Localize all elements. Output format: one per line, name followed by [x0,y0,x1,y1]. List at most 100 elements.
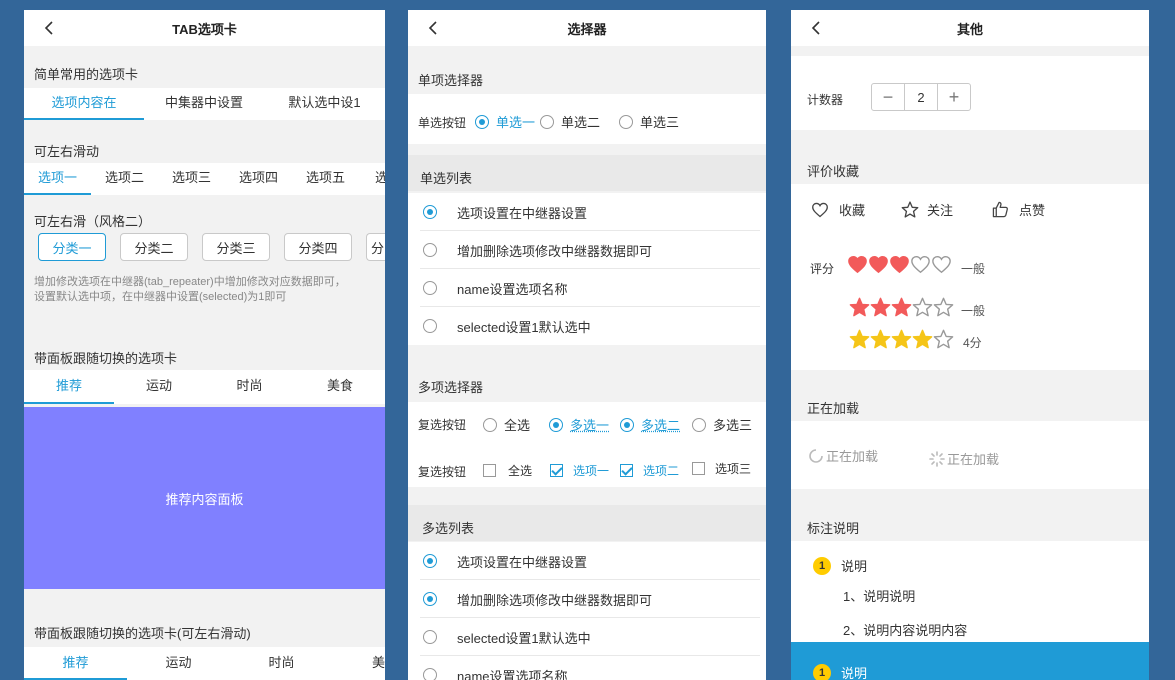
like-action[interactable]: 点赞 [992,200,1045,219]
tab-item[interactable]: 选项二 [91,163,158,195]
star-outline-icon[interactable] [912,297,933,317]
heart-rating-text: 一般 [961,262,986,276]
list-item[interactable]: 选项设置在中继器设置 [408,542,766,580]
section-title: 单选列表 [420,171,473,186]
section-title: 带面板跟随切换的选项卡(可左右滑动) [34,626,251,641]
section-title: 评价收藏 [807,164,860,179]
tab-item[interactable]: 推荐 [24,370,114,404]
note-line: 1、说明说明 [843,589,916,604]
panel-scroll-tabs: 推荐 运动 时尚 美 [24,647,385,680]
checkbox-option[interactable]: 选项三 [692,460,751,477]
star-filled-icon[interactable] [891,297,912,317]
checkbox-option[interactable]: 选项二 [620,462,679,479]
tab-item[interactable]: 运动 [114,370,204,404]
section-title: 多选列表 [422,521,475,536]
star-outline-icon[interactable] [933,297,954,317]
pill-item[interactable]: 分类四 [284,233,352,261]
radio-option[interactable]: 单选三 [619,112,679,131]
radio-option[interactable]: 多选一 [549,415,609,434]
radio-option[interactable]: 多选三 [692,415,752,434]
heart-filled-icon[interactable] [847,255,868,274]
tab-item[interactable]: 时尚 [204,370,295,404]
star-filled-icon[interactable] [849,329,870,349]
score-label: 评分 [810,262,835,276]
action-label: 收藏 [839,203,866,218]
number-badge: 1 [813,556,831,575]
list-item[interactable]: 选项设置在中继器设置 [408,193,766,231]
pill-item[interactable]: 分类三 [202,233,270,261]
tab-item[interactable]: 中集器中设置 [144,88,264,120]
single-list: 选项设置在中继器设置 增加删除选项修改中继器数据即可 name设置选项名称 se… [408,193,766,345]
star-rating[interactable] [849,329,954,349]
option-label: 单选二 [561,115,601,130]
tab-item[interactable]: 选项三 [158,163,225,195]
heart-rating[interactable] [847,255,952,274]
thumbs-up-icon [992,201,1008,218]
heart-filled-icon[interactable] [889,255,910,274]
radio-option[interactable]: 全选 [483,415,530,434]
tab-item[interactable]: 默认选中设1 [264,88,385,120]
checkbox-option[interactable]: 选项一 [550,462,609,479]
list-item[interactable]: name设置选项名称 [408,269,766,307]
checkbox-option[interactable]: 全选 [483,462,532,479]
tab-item[interactable]: 美食 [295,370,385,404]
radio-option[interactable]: 单选二 [540,112,600,131]
favorite-action[interactable]: 收藏 [811,200,865,219]
list-item[interactable]: selected设置1默认选中 [408,307,766,345]
tab-item[interactable]: 美 [333,647,385,680]
star-filled-icon[interactable] [849,297,870,317]
list-item[interactable]: 增加删除选项修改中继器数据即可 [408,580,766,618]
section-title: 带面板跟随切换的选项卡 [34,351,178,366]
loading-text: 正在加载 [947,452,1000,467]
pill-item[interactable]: 分类二 [120,233,188,261]
list-item[interactable]: 增加删除选项修改中继器数据即可 [408,231,766,269]
tab-item[interactable]: 选项四 [225,163,292,195]
panel-tabs: 推荐 运动 时尚 美食 [24,370,385,404]
spinner-icon [809,448,823,463]
plus-button[interactable]: + [938,84,970,110]
checkbox-rows: 复选按钮 全选 多选一 多选二 多选三 复选按钮 全选 选项一 选项二 选项三 [408,402,766,487]
star-filled-icon[interactable] [870,297,891,317]
counter-value[interactable]: 2 [904,84,938,110]
nav-bar: 选择器 [408,10,766,46]
back-icon[interactable] [424,19,442,37]
radio-icon [423,205,437,219]
counter-section: 计数器 − 2 + [791,56,1149,130]
radio-option[interactable]: 多选二 [620,415,680,434]
tab-item[interactable]: 选项一 [24,163,91,195]
star-rating[interactable] [849,297,954,317]
list-item[interactable]: name设置选项名称 [408,656,766,680]
item-label: name设置选项名称 [457,668,568,680]
tab-item[interactable]: 选项内容在 [24,88,144,120]
back-icon[interactable] [807,19,825,37]
item-label: 增加删除选项修改中继器数据即可 [457,243,653,259]
heart-outline-icon[interactable] [910,255,931,274]
checkbox-icon [483,464,496,477]
item-label: 选项设置在中继器设置 [457,205,588,221]
heart-outline-icon[interactable] [931,255,952,274]
list-item[interactable]: selected设置1默认选中 [408,618,766,656]
tab-item[interactable]: 选项五 [292,163,359,195]
tab-item[interactable]: 时尚 [230,647,333,680]
minus-button[interactable]: − [872,84,904,110]
star-filled-icon[interactable] [891,329,912,349]
follow-action[interactable]: 关注 [901,200,953,219]
star-rating-text: 4分 [963,336,982,350]
pill-item[interactable]: 分 [366,233,385,261]
tab-item[interactable]: 运动 [127,647,230,680]
tab-item[interactable]: 选 [359,163,385,195]
loading-text: 正在加载 [826,449,879,464]
star-filled-icon[interactable] [870,329,891,349]
radio-option[interactable]: 单选一 [475,112,535,131]
notes-section: 1 说明 1、说明说明 2、说明内容说明内容 [791,541,1149,642]
section-title: 单项选择器 [418,73,484,88]
star-filled-icon[interactable] [912,329,933,349]
heart-filled-icon[interactable] [868,255,889,274]
section-title: 多项选择器 [418,380,484,395]
star-outline-icon [901,201,919,218]
radio-icon [423,668,437,680]
back-icon[interactable] [40,19,58,37]
pill-item[interactable]: 分类一 [38,233,106,261]
star-outline-icon[interactable] [933,329,954,349]
tab-item[interactable]: 推荐 [24,647,127,680]
